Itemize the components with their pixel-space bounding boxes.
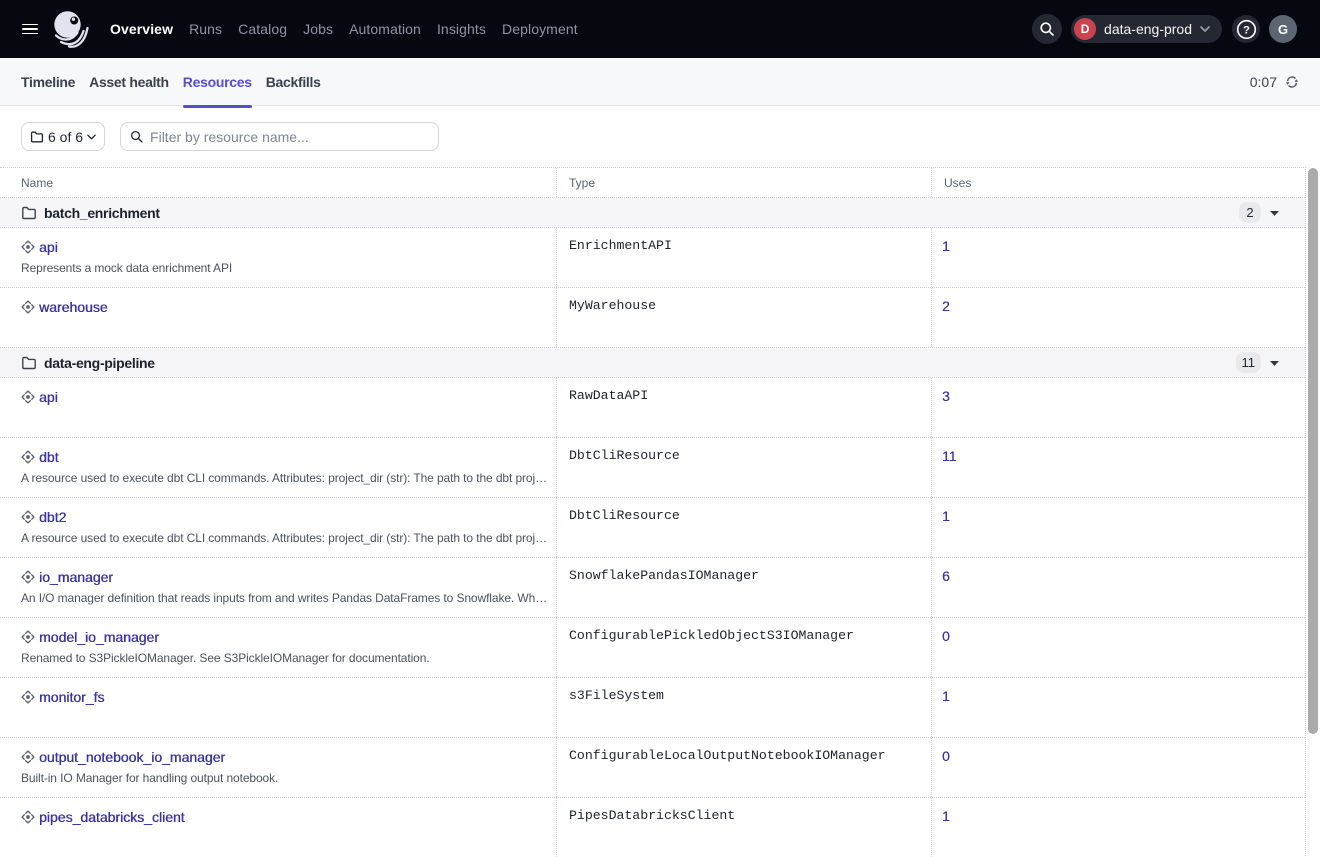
- svg-text:?: ?: [1243, 24, 1250, 36]
